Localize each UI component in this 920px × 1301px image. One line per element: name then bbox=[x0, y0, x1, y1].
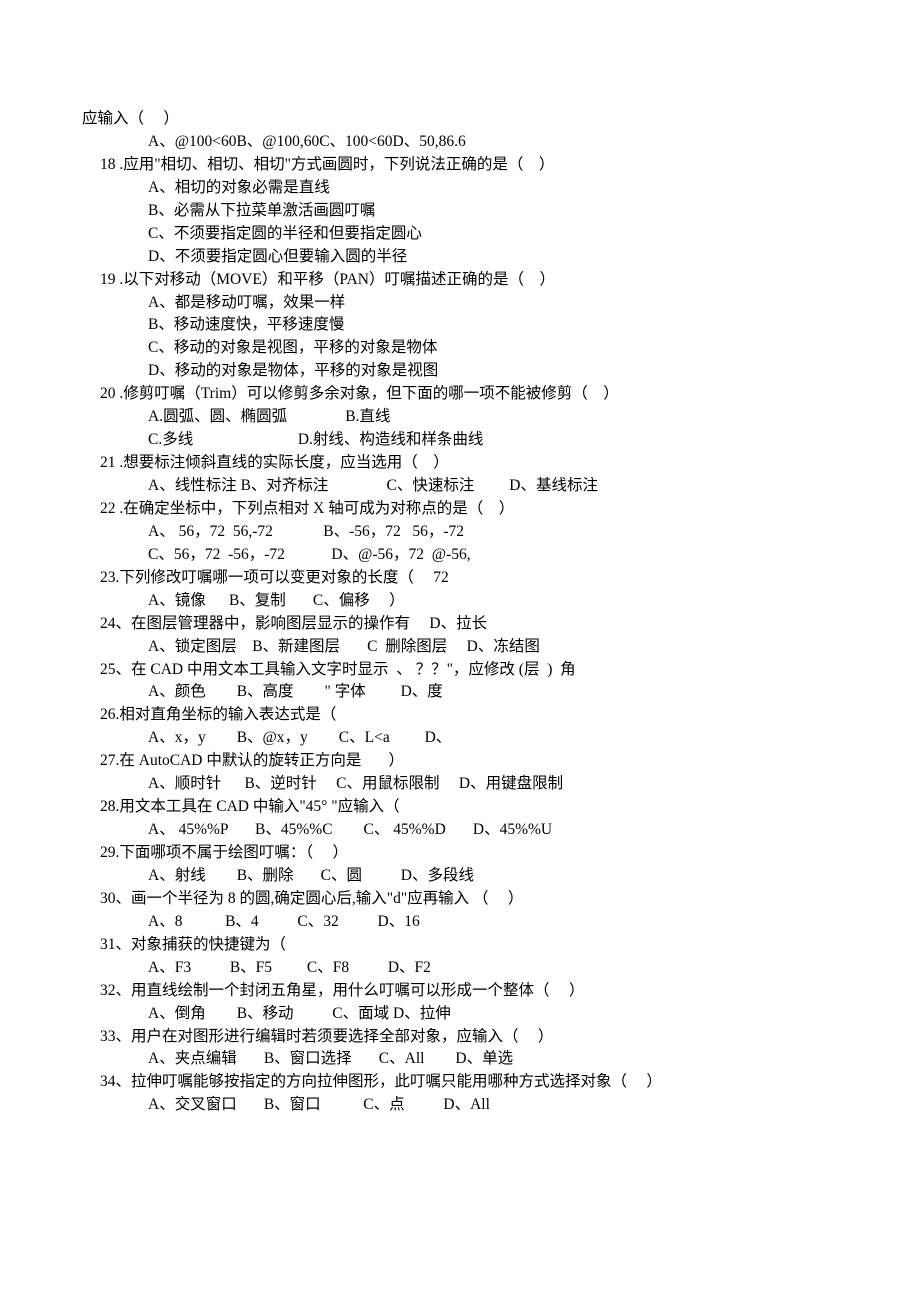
text-line: A、颜色 B、高度 " 字体 D、度 bbox=[70, 681, 850, 704]
text-line: A、倒角 B、移动 C、面域 D、拉伸 bbox=[70, 1003, 850, 1026]
text-line: 18 .应用"相切、相切、相切"方式画圆时，下列说法正确的是（ ） bbox=[70, 154, 850, 177]
text-line: B、移动速度快，平移速度慢 bbox=[70, 314, 850, 337]
text-line: 28.用文本工具在 CAD 中输入"45° "应输入（ bbox=[70, 796, 850, 819]
text-line: A、 45%%P B、45%%C C、 45%%D D、45%%U bbox=[70, 819, 850, 842]
text-line: 29.下面哪项不属于绘图叮嘱：（ ） bbox=[70, 842, 850, 865]
text-line: 33、用户在对图形进行编辑时若须要选择全部对象，应输入（ ） bbox=[70, 1026, 850, 1049]
text-line: 24、在图层管理器中，影响图层显示的操作有 D、拉长 bbox=[70, 613, 850, 636]
text-line: A、相切的对象必需是直线 bbox=[70, 177, 850, 200]
text-line: A、x，y B、@x，y C、L<a D、 bbox=[70, 727, 850, 750]
text-line: A、射线 B、删除 C、圆 D、多段线 bbox=[70, 865, 850, 888]
text-line: A、交叉窗口 B、窗口 C、点 D、All bbox=[70, 1094, 850, 1117]
text-line: C、56，72 -56，-72 D、@-56，72 @-56, bbox=[70, 544, 850, 567]
text-line: 32、用直线绘制一个封闭五角星，用什么叮嘱可以形成一个整体（ ） bbox=[70, 980, 850, 1003]
text-line: A、都是移动叮嘱，效果一样 bbox=[70, 292, 850, 315]
exam-page: 应输入（ ）A、@100<60B、@100,60C、100<60D、50,86.… bbox=[0, 0, 920, 1177]
text-line: A、8 B、4 C、32 D、16 bbox=[70, 911, 850, 934]
text-line: A、 56，72 56,-72 B、-56，72 56，-72 bbox=[70, 521, 850, 544]
text-line: 21 .想要标注倾斜直线的实际长度，应当选用（ ） bbox=[70, 452, 850, 475]
text-line: A、顺时针 B、逆时针 C、用鼠标限制 D、用键盘限制 bbox=[70, 773, 850, 796]
text-line: 23.下列修改叮嘱哪一项可以变更对象的长度（ 72 bbox=[70, 567, 850, 590]
text-line: 22 .在确定坐标中，下列点相对 X 轴可成为对称点的是（ ） bbox=[70, 498, 850, 521]
text-line: A、镜像 B、复制 C、偏移 ） bbox=[70, 590, 850, 613]
text-line: D、不须要指定圆心但要输入圆的半径 bbox=[70, 246, 850, 269]
text-line: 25、在 CAD 中用文本工具输入文字时显示 、 ？？"，应修改 (层 ) 角 bbox=[70, 659, 850, 682]
text-line: 应输入（ ） bbox=[70, 108, 850, 131]
text-line: A、F3 B、F5 C、F8 D、F2 bbox=[70, 957, 850, 980]
text-line: 19 .以下对移动（MOVE）和平移（PAN）叮嘱描述正确的是（ ） bbox=[70, 269, 850, 292]
text-line: C、不须要指定圆的半径和但要指定圆心 bbox=[70, 223, 850, 246]
text-line: 30、画一个半径为 8 的圆,确定圆心后,输入"d"应再输入 （ ） bbox=[70, 888, 850, 911]
text-line: A、@100<60B、@100,60C、100<60D、50,86.6 bbox=[70, 131, 850, 154]
text-line: 34、拉伸叮嘱能够按指定的方向拉伸图形，此叮嘱只能用哪种方式选择对象（ ） bbox=[70, 1071, 850, 1094]
text-line: 31、对象捕获的快捷键为（ bbox=[70, 934, 850, 957]
text-line: 27.在 AutoCAD 中默认的旋转正方向是 ） bbox=[70, 750, 850, 773]
text-line: A、夹点编辑 B、窗口选择 C、All D、单选 bbox=[70, 1048, 850, 1071]
text-line: A、锁定图层 B、新建图层 C 删除图层 D、冻结图 bbox=[70, 636, 850, 659]
text-line: D、移动的对象是物体，平移的对象是视图 bbox=[70, 360, 850, 383]
text-line: A、线性标注 B、对齐标注 C、快速标注 D、基线标注 bbox=[70, 475, 850, 498]
text-line: B、必需从下拉菜单激活画圆叮嘱 bbox=[70, 200, 850, 223]
text-line: A.圆弧、圆、椭圆弧 B.直线 bbox=[70, 406, 850, 429]
text-line: C、移动的对象是视图，平移的对象是物体 bbox=[70, 337, 850, 360]
text-line: C.多线 D.射线、构造线和样条曲线 bbox=[70, 429, 850, 452]
text-line: 26.相对直角坐标的输入表达式是（ bbox=[70, 704, 850, 727]
text-line: 20 .修剪叮嘱（Trim）可以修剪多余对象，但下面的哪一项不能被修剪（ ） bbox=[70, 383, 850, 406]
